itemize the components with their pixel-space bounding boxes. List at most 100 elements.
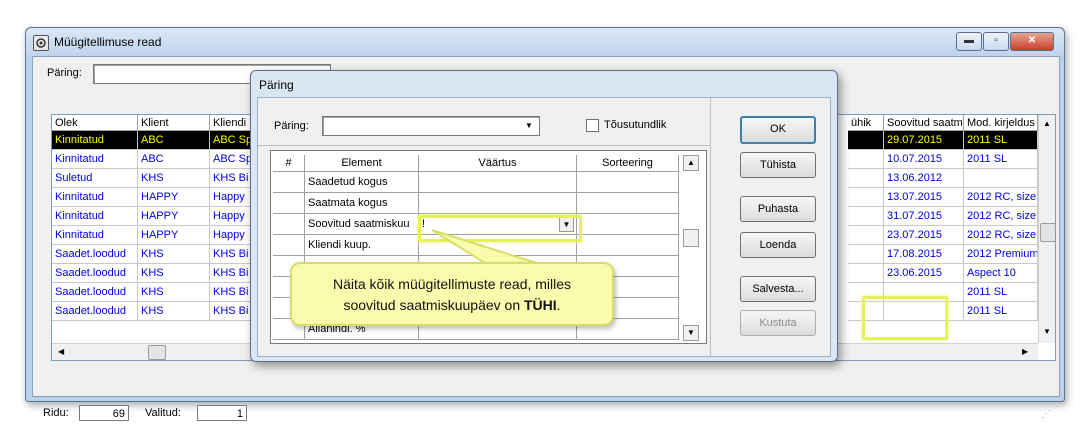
ascending-checkbox[interactable] (586, 119, 599, 132)
main-titlebar[interactable]: Müügitellimuse read ▬ ▫ ✕ (26, 28, 1064, 56)
scroll-down-icon[interactable]: ▼ (1043, 327, 1051, 336)
grid-cell-uhik[interactable] (848, 245, 884, 264)
grid-cell-kliendi[interactable]: KHS Bi (210, 245, 252, 264)
grid-cell-uhik[interactable] (848, 226, 884, 245)
grid-cell-klient[interactable]: KHS (138, 302, 210, 321)
cond-cell-value[interactable] (419, 193, 577, 214)
grid-cell-kliendi[interactable]: ABC Sp (210, 131, 252, 150)
grid-cell-mod[interactable] (964, 169, 1038, 188)
cond-scroll-down-icon[interactable]: ▼ (683, 325, 699, 341)
grid-cell-olek[interactable]: Saadet.loodud (52, 283, 138, 302)
grid-cell-mod[interactable]: 2011 SL (964, 302, 1038, 321)
col-header-kliendi[interactable]: Kliendi (210, 115, 252, 131)
grid-cell-kliendi[interactable]: KHS Bi (210, 283, 252, 302)
cond-scroll-up-icon[interactable]: ▲ (683, 155, 699, 171)
save-button[interactable]: Salvesta... (740, 276, 816, 302)
grid-cell-olek[interactable]: Kinnitatud (52, 188, 138, 207)
grid-cell-olek[interactable]: Saadet.loodud (52, 245, 138, 264)
col-header-soovitud[interactable]: Soovitud saatm (884, 115, 964, 131)
grid-cell-kliendi[interactable]: Happy (210, 226, 252, 245)
load-button[interactable]: Loenda (740, 232, 816, 258)
dialog-query-select[interactable] (322, 116, 540, 136)
grid-cell-kliendi[interactable]: Happy (210, 207, 252, 226)
cond-cell-num[interactable] (273, 193, 305, 214)
grid-cell-olek[interactable]: Saadet.loodud (52, 264, 138, 283)
clear-button[interactable]: Puhasta (740, 196, 816, 222)
col-header-mod[interactable]: Mod. kirjeldus (964, 115, 1038, 131)
cond-cell-value[interactable] (419, 172, 577, 193)
grid-cell-mod[interactable]: 2012 Premium (964, 245, 1038, 264)
grid-vscroll[interactable]: ▲ ▼ (1038, 115, 1055, 343)
cond-cell-sort[interactable] (577, 214, 679, 235)
grid-cell-kliendi[interactable]: KHS Bi (210, 264, 252, 283)
ok-button[interactable]: OK (740, 116, 816, 144)
grid-cell-date[interactable]: 17.08.2015 (884, 245, 964, 264)
col-header-uhik[interactable]: ühik (848, 115, 884, 131)
grid-cell-date[interactable]: 13.06.2012 (884, 169, 964, 188)
grid-cell-olek[interactable]: Saadet.loodud (52, 302, 138, 321)
cond-cell-element[interactable]: Saatmata kogus (305, 193, 419, 214)
grid-cell-date[interactable]: 10.07.2015 (884, 150, 964, 169)
grid-cell-olek[interactable]: Kinnitatud (52, 207, 138, 226)
grid-cell-mod[interactable]: 2011 SL (964, 283, 1038, 302)
grid-cell-mod[interactable]: 2011 SL (964, 150, 1038, 169)
grid-cell-uhik[interactable] (848, 264, 884, 283)
scroll-left-icon[interactable]: ◀ (58, 347, 64, 356)
grid-cell-klient[interactable]: KHS (138, 169, 210, 188)
grid-cell-uhik[interactable] (848, 150, 884, 169)
grid-cell-date[interactable]: 31.07.2015 (884, 207, 964, 226)
minimize-button[interactable]: ▬ (956, 32, 982, 51)
grid-cell-klient[interactable]: HAPPY (138, 188, 210, 207)
grid-cell-date[interactable]: 29.07.2015 (884, 131, 964, 150)
cond-cell-element[interactable]: Saadetud kogus (305, 172, 419, 193)
dialog-title[interactable]: Päring (259, 78, 294, 92)
grid-cell-mod[interactable]: 2012 RC, size (964, 226, 1038, 245)
maximize-button[interactable]: ▫ (983, 32, 1009, 51)
grid-cell-date[interactable]: 23.06.2015 (884, 264, 964, 283)
cond-scroll-thumb[interactable] (683, 229, 699, 247)
grid-vscroll-thumb[interactable] (1040, 223, 1055, 242)
grid-hscroll-thumb[interactable] (148, 345, 166, 360)
grid-cell-mod[interactable]: 2011 SL (964, 131, 1038, 150)
col-header-klient[interactable]: Klient (138, 115, 210, 131)
grid-cell-mod[interactable]: Aspect 10 (964, 264, 1038, 283)
grid-cell-olek[interactable]: Kinnitatud (52, 150, 138, 169)
col-header-olek[interactable]: Olek (52, 115, 138, 131)
scroll-right-icon[interactable]: ▶ (1022, 347, 1028, 356)
cancel-button[interactable]: Tühista (740, 152, 816, 178)
cond-cell-element[interactable]: Kliendi kuup. (305, 235, 419, 256)
cond-cell-num[interactable] (273, 235, 305, 256)
cond-cell-element[interactable]: Soovitud saatmiskuu (305, 214, 419, 235)
grid-cell-klient[interactable]: HAPPY (138, 226, 210, 245)
grid-cell-klient[interactable]: ABC (138, 150, 210, 169)
grid-cell-mod[interactable]: 2012 RC, size (964, 207, 1038, 226)
cond-cell-sort[interactable] (577, 193, 679, 214)
grid-cell-uhik[interactable] (848, 188, 884, 207)
grid-cell-klient[interactable]: KHS (138, 283, 210, 302)
grid-cell-olek[interactable]: Suletud (52, 169, 138, 188)
grid-cell-uhik[interactable] (848, 169, 884, 188)
grid-cell-uhik[interactable] (848, 131, 884, 150)
cond-cell-sort[interactable] (577, 235, 679, 256)
scroll-up-icon[interactable]: ▲ (1043, 119, 1051, 128)
grid-cell-date[interactable]: 23.07.2015 (884, 226, 964, 245)
cond-cell-sort[interactable] (577, 172, 679, 193)
grid-cell-olek[interactable]: Kinnitatud (52, 226, 138, 245)
delete-button[interactable]: Kustuta (740, 310, 816, 336)
grid-cell-kliendi[interactable]: KHS Bi (210, 302, 252, 321)
cond-cell-num[interactable] (273, 214, 305, 235)
grid-cell-date[interactable]: 13.07.2015 (884, 188, 964, 207)
grid-cell-klient[interactable]: HAPPY (138, 207, 210, 226)
cond-cell-num[interactable] (273, 172, 305, 193)
grid-cell-klient[interactable]: ABC (138, 131, 210, 150)
grid-cell-mod[interactable]: 2012 RC, size (964, 188, 1038, 207)
grid-cell-kliendi[interactable]: Happy (210, 188, 252, 207)
close-button[interactable]: ✕ (1010, 32, 1054, 51)
grid-cell-kliendi[interactable]: ABC Sp (210, 150, 252, 169)
grid-cell-klient[interactable]: KHS (138, 264, 210, 283)
grid-cell-klient[interactable]: KHS (138, 245, 210, 264)
grid-cell-olek[interactable]: Kinnitatud (52, 131, 138, 150)
dialog-query-dropdown-icon[interactable]: ▼ (521, 118, 537, 134)
grid-cell-uhik[interactable] (848, 207, 884, 226)
resize-grip-icon[interactable]: ⋰ (1041, 409, 1051, 420)
